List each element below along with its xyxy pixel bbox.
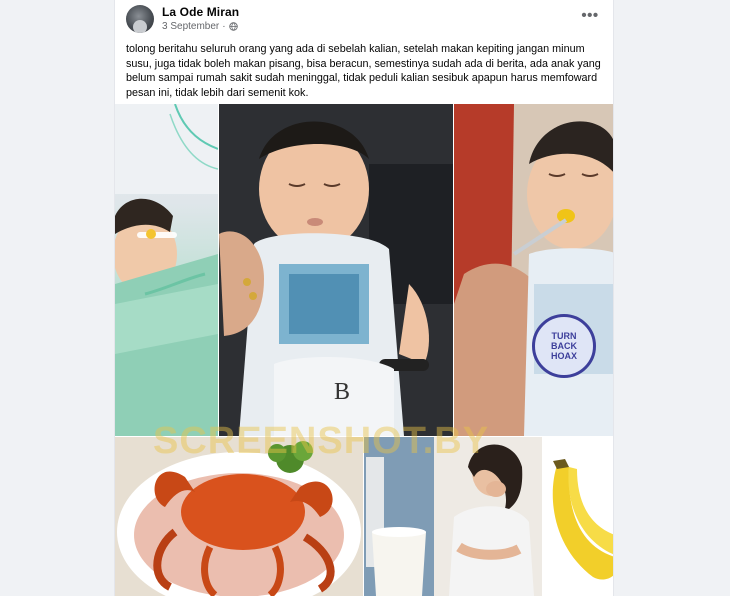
photo-child-held[interactable]: B	[219, 104, 453, 436]
globe-icon	[228, 22, 238, 31]
photo-child-spoon[interactable]: TURN BACK HOAX	[454, 104, 613, 436]
post-text: tolong beritahu seluruh orang yang ada d…	[126, 43, 601, 99]
more-options-button[interactable]: •••	[579, 8, 601, 28]
photo-banana[interactable]	[543, 437, 613, 596]
author-name[interactable]: La Ode Miran	[162, 5, 239, 19]
photo-child-hospital[interactable]	[115, 104, 218, 436]
hospital-illustration	[115, 104, 218, 436]
svg-text:B: B	[334, 379, 350, 405]
turn-back-hoax-badge: TURN BACK HOAX	[532, 314, 596, 378]
dot-separator: ·	[222, 21, 226, 32]
banana-illustration	[543, 437, 613, 596]
spoon-illustration	[454, 104, 613, 436]
child-illustration: B	[219, 104, 453, 436]
post-meta: 3 September ·	[162, 21, 238, 32]
facebook-post: La Ode Miran 3 September · ••• tolong be…	[114, 0, 614, 596]
photo-grid: B TURN BACK HOAX SCREENSHOT.BY	[115, 104, 613, 596]
author-avatar[interactable]	[126, 5, 154, 33]
post-date[interactable]: 3 September	[162, 21, 219, 32]
badge-text: TURN BACK HOAX	[550, 331, 577, 361]
watermark-text: SCREENSHOT.BY	[153, 420, 490, 462]
